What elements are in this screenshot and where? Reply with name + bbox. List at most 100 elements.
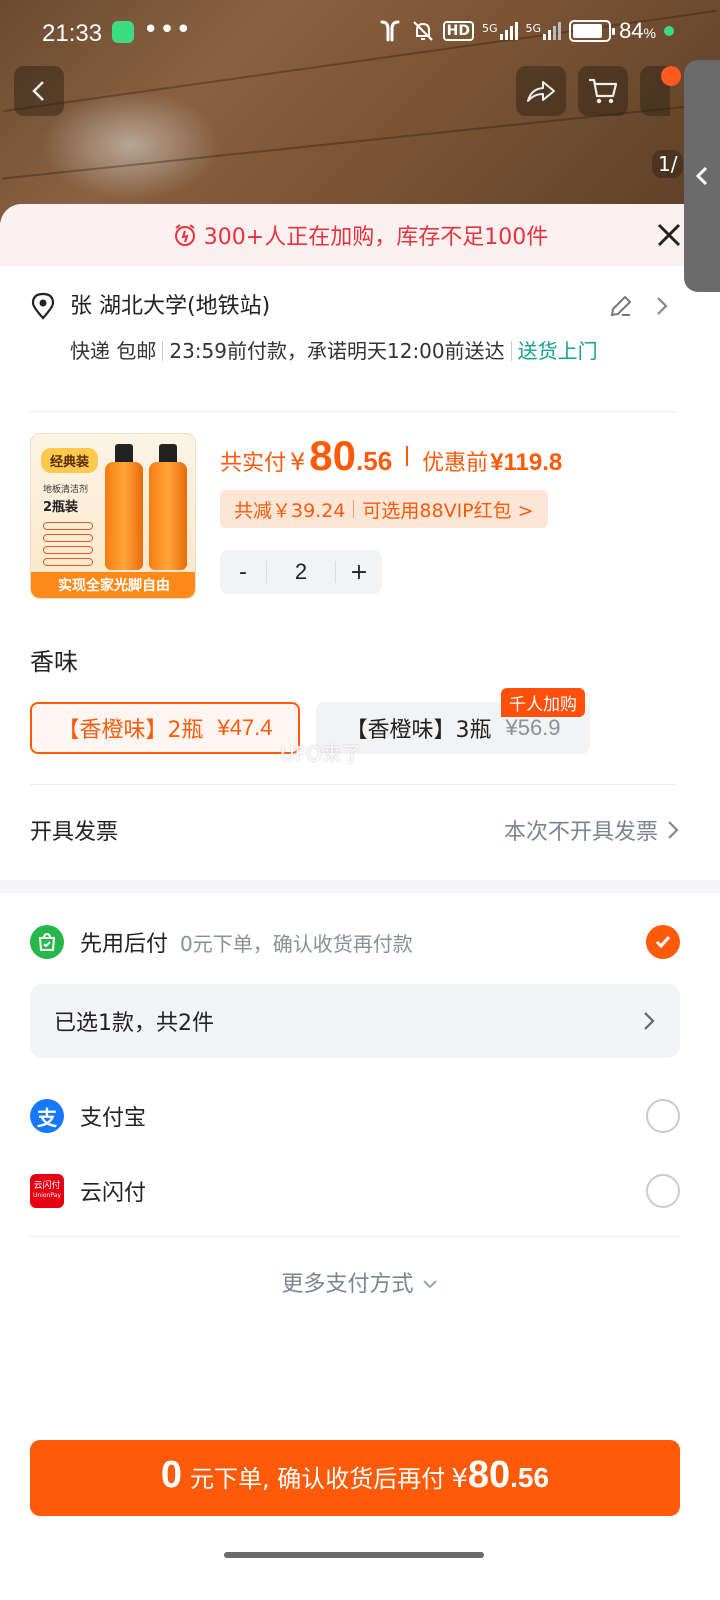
alipay-icon: 支 [30, 1099, 64, 1133]
pay-later-label: 先用后付 [80, 932, 169, 957]
currency-symbol: ¥ [290, 448, 306, 476]
invoice-value: 本次不开具发票 [503, 820, 658, 845]
discount-pill[interactable]: 共减￥39.24 可选用88VIP红包 > [220, 490, 548, 528]
close-icon[interactable] [652, 218, 686, 252]
earbuds-icon [380, 20, 400, 42]
edit-pencil-icon[interactable] [608, 293, 634, 319]
image-page-indicator: 1/ [652, 150, 684, 178]
alarm-clock-icon [174, 224, 195, 246]
floor-reflection [40, 90, 220, 200]
status-bar: 21:33 ••• HD 5G 5G 84% [0, 0, 720, 66]
chevron-down-icon [422, 1280, 437, 1289]
network-type-label: 5G [525, 22, 542, 35]
pay-later-option[interactable]: 先用后付 0元下单，确认收货再付款 [30, 922, 680, 962]
hd-icon: HD [442, 21, 474, 41]
unionpay-icon: 云闪付 UnionPay [30, 1174, 64, 1208]
original-price-label: 优惠前 [422, 451, 489, 476]
product-thumbnail[interactable]: 经典装 地板清洁剂 2瓶装 实现全家光脚自由 [30, 433, 196, 599]
share-button[interactable] [516, 66, 566, 116]
option-price: ¥56.9 [505, 715, 561, 740]
chevron-right-icon [668, 821, 679, 839]
chevron-left-icon [32, 81, 44, 101]
section-gap [0, 880, 720, 894]
watermark: UFO来了 [280, 742, 362, 766]
radio-unchecked[interactable] [646, 1174, 680, 1208]
price-decimal: .56 [356, 446, 393, 476]
increase-button[interactable]: + [336, 560, 382, 585]
signal-1-icon: 5G [482, 22, 518, 40]
stock-alert-bar: 300+人正在加购，库存不足100件 [0, 204, 720, 266]
divider [30, 1236, 680, 1237]
quantity-stepper: - 2 + [220, 550, 382, 594]
selected-summary-text: 已选1款，共2件 [54, 1011, 214, 1036]
price-line: 共实付 ¥ 80 .56 优惠前 ¥119.8 [220, 432, 562, 480]
mute-bell-icon [412, 21, 433, 41]
shopping-bag-check-icon [30, 925, 64, 959]
quantity-value[interactable]: 2 [266, 561, 336, 583]
address-name: 张 湖北大学(地铁站) [70, 294, 271, 319]
chevron-right-icon [657, 297, 668, 315]
scent-section-title: 香味 [30, 648, 78, 676]
home-indicator[interactable] [224, 1552, 484, 1558]
invoice-row[interactable]: 开具发票 本次不开具发票 [30, 810, 680, 850]
invoice-value-group: 本次不开具发票 [504, 814, 680, 846]
product-tag: 经典装 [41, 448, 99, 473]
alipay-label: 支付宝 [80, 1106, 147, 1131]
alipay-option[interactable]: 支 支付宝 [30, 1096, 680, 1136]
feature-pill [43, 522, 93, 530]
bottle-image [105, 462, 143, 570]
vip-coupon-link: 可选用88VIP红包 > [362, 499, 534, 522]
decrease-button[interactable]: - [220, 560, 266, 585]
chevron-right-icon [644, 1012, 655, 1030]
cta-currency: ¥ [451, 1464, 468, 1494]
stock-alert-text: 300+人正在加购，库存不足100件 [203, 225, 549, 250]
product-banner: 实现全家光脚自由 [31, 572, 195, 598]
more-notifications-icon: ••• [143, 15, 193, 45]
ship-method: 快递 包邮 [70, 339, 157, 363]
shipping-info: 快递 包邮 23:59前付款，承诺明天12:00前送达 送货上门 [70, 334, 640, 368]
option-label: 【香橙味】3瓶 [345, 718, 492, 743]
feature-pill [43, 558, 93, 566]
battery-icon [569, 20, 616, 42]
network-type-label: 5G [482, 22, 498, 35]
divider [162, 341, 164, 361]
privacy-indicator-dot [664, 26, 674, 36]
scent-option-selected[interactable]: 【香橙味】2瓶 ¥47.4 [30, 702, 300, 754]
bottle-image [149, 462, 187, 570]
radio-checked[interactable] [646, 925, 680, 959]
cta-zero: 0 [160, 1454, 183, 1496]
status-time: 21:33 [42, 20, 103, 47]
popular-badge: 千人加购 [501, 688, 585, 717]
unionpay-option[interactable]: 云闪付 UnionPay 云闪付 [30, 1171, 680, 1211]
total-label: 共实付 [220, 451, 287, 476]
feature-pill [43, 546, 93, 554]
location-pin-icon [31, 292, 55, 320]
place-order-button[interactable]: 0 元下单, 确认收货后再付 ¥ 80 .56 [30, 1440, 680, 1516]
divider [30, 411, 676, 412]
battery-percent: 84% [619, 18, 656, 43]
cart-button[interactable] [578, 66, 628, 116]
pay-later-desc: 0元下单，确认收货再付款 [180, 931, 413, 956]
option-price: ¥47.4 [217, 715, 273, 740]
side-panel-handle[interactable] [684, 60, 720, 292]
option-label: 【香橙味】2瓶 [57, 718, 204, 743]
divider [353, 500, 355, 518]
more-payment-label: 更多支付方式 [281, 1272, 414, 1297]
unionpay-label: 云闪付 [80, 1181, 147, 1206]
notification-badge [661, 66, 681, 86]
chevron-left-icon [695, 166, 708, 186]
cta-text: 元下单, 确认收货后再付 [190, 1465, 446, 1493]
savings-amount: 共减￥39.24 [234, 499, 346, 522]
selected-items-summary[interactable]: 已选1款，共2件 [30, 984, 680, 1058]
cart-icon [589, 78, 618, 104]
signal-2-icon: 5G [526, 22, 562, 40]
divider [510, 341, 512, 361]
original-price: ¥119.8 [490, 449, 563, 476]
radio-unchecked[interactable] [646, 1099, 680, 1133]
cta-price-integer: 80 [467, 1454, 511, 1496]
feature-pill [43, 534, 93, 542]
check-icon [655, 936, 671, 949]
invoice-label: 开具发票 [30, 820, 119, 845]
back-button[interactable] [14, 66, 64, 116]
more-payment-methods[interactable]: 更多支付方式 [0, 1266, 720, 1298]
